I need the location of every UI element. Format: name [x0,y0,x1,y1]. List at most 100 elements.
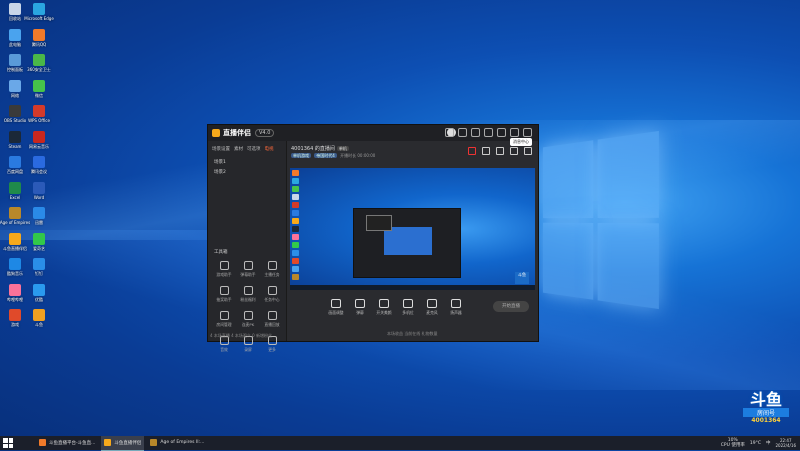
ime-indicator[interactable]: 中 [766,440,771,446]
control-icon [427,299,437,308]
desktop-icon[interactable]: 百度网盘 [2,156,28,182]
control-icon [403,299,413,308]
layout-icon[interactable] [496,147,504,155]
desktop-icon[interactable]: 网络 [2,79,28,106]
desktop-icon[interactable]: 此电脑 [2,28,28,55]
taskbar-app-button[interactable]: 斗鱼直播平台-斗鱼直... [36,436,98,450]
stream-controls: 画面调整 弹幕 开关美颜 多机位 麦克风 扬声器 [327,299,465,316]
tool-button[interactable]: 连麦PK [236,311,260,328]
app-icon [9,258,21,270]
app-icon [9,79,21,92]
desktop-icon[interactable]: 网易云音乐 [26,130,52,157]
mail-icon[interactable] [445,128,454,137]
weather-indicator[interactable]: 19°C [750,441,761,446]
app-icon [33,207,45,219]
desktop-icon[interactable]: 迅雷 [26,207,52,233]
desktop-icon[interactable]: 钉钉 [26,258,52,284]
desktop-icon-label: 腾讯QQ [31,41,47,47]
app-icon [33,28,45,41]
tool-button[interactable]: 游戏助手 [212,261,236,278]
tool-icon [267,261,277,270]
desktop-icon[interactable]: 爱奇艺 [26,232,52,259]
desktop-icon[interactable]: Microsoft Edge [24,3,54,29]
tool-button[interactable]: 任务中心 [260,286,284,303]
stream-preview[interactable]: 斗鱼 [290,168,535,290]
tool-button[interactable]: 抽奖助手 [212,286,236,303]
app-icon [9,54,21,66]
gift-icon[interactable] [458,128,467,137]
minimize-icon[interactable] [510,128,519,137]
windows-start-icon[interactable] [3,438,13,448]
taskbar-app-button[interactable]: 斗鱼直播伴侣 [101,435,145,451]
title-bar[interactable]: 直播伴侣 V4.0 [208,125,538,141]
app-icon [9,28,21,41]
desktop-icon[interactable]: Word [26,181,52,208]
desktop-icon[interactable]: 腾讯QQ [26,28,52,55]
control-button[interactable]: 弹幕 [351,299,369,316]
tab-material[interactable]: 素材 [234,146,243,152]
desktop-icon-label: 此电脑 [9,41,21,47]
left-panel: 场景设置 素材 可选项 电视 场景1 场景2 工具箱 游戏助手 弹幕助手 主播任务抽… [208,141,287,352]
tab-tv[interactable]: 电视 [265,146,274,152]
preview-mini-icon [292,250,299,256]
desktop-icon[interactable]: 游戏 [2,309,28,335]
version-badge[interactable]: V4.0 [255,129,275,137]
desktop-icon[interactable]: 腾讯会议 [26,156,52,182]
desktop-icon[interactable]: 酷狗音乐 [2,258,28,284]
tool-button[interactable]: 粉丝福利 [236,286,260,303]
tab-scene-settings[interactable]: 场景设置 [212,146,230,152]
tool-label: 任务中心 [264,297,280,302]
control-button[interactable]: 多机位 [399,299,417,316]
desktop-icon-label: 腾讯会议 [31,169,47,174]
start-live-button[interactable]: 开始直播 [493,301,529,312]
settings-icon[interactable] [497,128,506,137]
control-button[interactable]: 开关美颜 [375,299,393,316]
cpu-indicator[interactable]: 10% CPU 使用率 [721,438,745,448]
preview-mini-icon [292,274,299,280]
desktop-icon[interactable]: 哔哩哔哩 [2,283,28,310]
desktop-icon[interactable]: Excel [2,181,28,208]
control-icon [451,299,461,308]
notification-icon[interactable] [510,147,518,155]
clock[interactable]: 22:47 2022/4/16 [775,438,796,448]
desktop-icon[interactable]: 控制面板 [2,54,28,80]
message-center-icon[interactable] [484,128,493,137]
tab-options[interactable]: 可选项 [247,146,261,152]
control-button[interactable]: 麦克风 [423,299,441,316]
desktop-icon-label: 酷狗音乐 [7,271,23,276]
game-chip[interactable]: 帝国时代4 [314,153,337,158]
tool-button[interactable]: 房间管理 [212,311,236,328]
desktop-icon[interactable]: WPS Office [26,105,52,131]
tool-button[interactable]: 弹幕助手 [236,261,260,278]
desktop-icon[interactable]: OBS Studio [2,105,28,131]
category-tag[interactable]: 单机 [336,146,349,151]
close-icon[interactable] [523,128,532,137]
desktop-icon[interactable]: 斗鱼直播伴侣 [2,232,28,259]
desktop-icon[interactable]: 微信 [26,79,52,106]
desktop-icon[interactable]: 斗鱼 [26,309,52,335]
desktop-icon[interactable]: 优酷 [26,283,52,310]
control-button[interactable]: 扬声器 [447,299,465,316]
tool-button[interactable]: 直播回放 [260,311,284,328]
share-icon[interactable] [524,147,532,155]
douyu-watermark: 斗鱼 房间号 4001364 [743,392,789,436]
taskbar-app-button[interactable]: Age of Empires II:... [147,436,207,450]
shirt-icon[interactable] [471,128,480,137]
desktop-icon-label: 控制面板 [7,67,23,72]
category-chip[interactable]: 单机游戏 [291,153,311,158]
scene-item[interactable]: 场景2 [208,167,286,177]
record-icon[interactable] [468,147,476,155]
app-icon [33,54,45,66]
desktop-icon[interactable]: Steam [2,130,28,157]
control-button[interactable]: 画面调整 [327,299,345,316]
live-streaming-app-window[interactable]: 直播伴侣 V4.0 场景设置 素材 可选项 电视 场景1 场景2 工具箱 游戏助… [207,124,539,352]
desktop-icon[interactable]: 360安全卫士 [26,54,52,80]
desktop-icon[interactable]: Age of Empires [0,207,30,233]
preview-desktop-icons [290,168,302,290]
desktop-icon-label: Excel [9,194,21,200]
scene-item[interactable]: 场景1 [208,157,286,167]
tool-button[interactable]: 主播任务 [260,261,284,278]
desktop-icon-label: WPS Office [28,118,50,123]
screenshot-icon[interactable] [482,147,490,155]
stream-stats: 4 本场直播 4 本场观众 0 新增粉丝 [210,333,272,338]
